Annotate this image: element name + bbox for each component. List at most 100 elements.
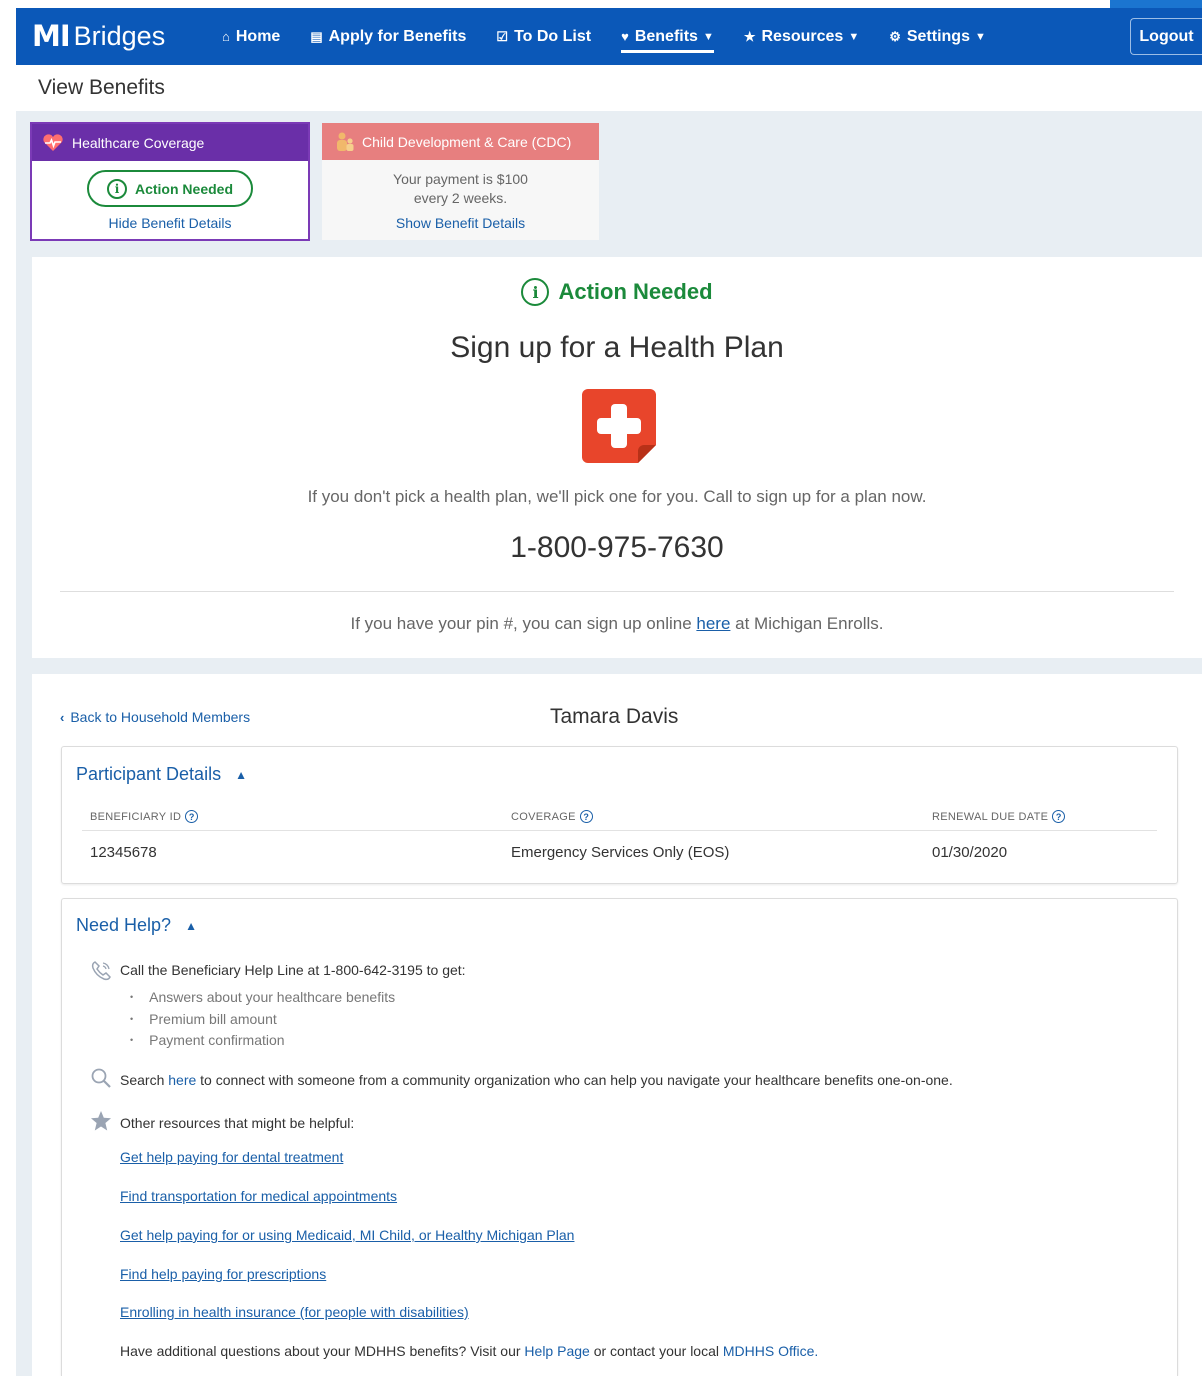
beneficiary-id-label-text: BENEFICIARY ID xyxy=(90,810,182,823)
dental-help-link[interactable]: Get help paying for dental treatment xyxy=(120,1149,343,1165)
phone-number[interactable]: 1-800-975-7630 xyxy=(32,531,1202,565)
cdc-payment-line2: every 2 weeks. xyxy=(413,190,508,206)
cdc-payment-line1: Your payment is $100 xyxy=(393,171,528,187)
nav-home[interactable]: ⌂ Home xyxy=(222,8,280,65)
star-icon: ★ xyxy=(743,28,756,44)
action-needed-heading-text: Action Needed xyxy=(558,279,713,304)
prescriptions-link[interactable]: Find help paying for prescriptions xyxy=(120,1266,326,1282)
healthcare-card-header: Healthcare Coverage xyxy=(32,124,308,161)
nav-settings[interactable]: ⚙ Settings ▼ xyxy=(889,8,986,65)
nav-resources-label: Resources xyxy=(761,27,844,45)
footer-text-before: Have additional questions about your MDH… xyxy=(120,1343,525,1359)
chevron-down-icon: ▼ xyxy=(974,30,986,43)
pin-text-before: If you have your pin #, you can sign up … xyxy=(350,614,697,633)
nav-home-label: Home xyxy=(235,27,281,45)
michigan-enrolls-link[interactable]: here xyxy=(696,614,730,633)
nav-benefits-label: Benefits xyxy=(634,27,698,45)
chevron-up-icon: ▲ xyxy=(235,767,247,782)
search-icon xyxy=(90,1067,112,1089)
transportation-link[interactable]: Find transportation for medical appointm… xyxy=(120,1188,397,1204)
member-name: Tamara Davis xyxy=(550,705,679,728)
healthcare-card-title: Healthcare Coverage xyxy=(72,134,205,151)
heartbeat-icon xyxy=(42,133,64,152)
top-nav-bar: MI Bridges ⌂ Home ▤ Apply for Benefits ☑… xyxy=(16,8,1202,65)
cdc-card-header: Child Development & Care (CDC) xyxy=(322,123,599,160)
action-needed-panel: i Action Needed Sign up for a Health Pla… xyxy=(32,257,1202,658)
nav-todo-label: To Do List xyxy=(514,27,592,45)
main-nav: ⌂ Home ▤ Apply for Benefits ☑ To Do List… xyxy=(222,8,1016,65)
pin-text-after: at Michigan Enrolls. xyxy=(730,614,884,633)
help-question-icon[interactable]: ? xyxy=(1052,810,1066,823)
cdc-benefit-card[interactable]: Child Development & Care (CDC) Your paym… xyxy=(322,123,599,240)
footer-text-mid: or contact your local xyxy=(589,1343,723,1359)
divider xyxy=(60,591,1174,592)
checkbox-icon: ☑ xyxy=(496,28,509,44)
document-icon: ▤ xyxy=(310,28,323,44)
help-question-icon[interactable]: ? xyxy=(185,810,199,823)
need-help-section: Need Help? ▲ Call the Beneficiary Help L… xyxy=(61,898,1178,1376)
family-icon xyxy=(334,131,356,153)
help-line-text: Call the Beneficiary Help Line at 1-800-… xyxy=(120,962,466,978)
coverage-label: COVERAGE ? xyxy=(511,810,593,823)
pin-signup-text: If you have your pin #, you can sign up … xyxy=(32,614,1202,634)
chevron-up-icon: ▲ xyxy=(185,918,197,933)
back-link-label: Back to Household Members xyxy=(70,709,251,725)
nav-benefits[interactable]: ♥ Benefits ▼ xyxy=(621,8,714,65)
action-needed-heading: i Action Needed xyxy=(32,278,1202,306)
nav-settings-label: Settings xyxy=(906,27,970,45)
renewal-due-date-label: RENEWAL DUE DATE ? xyxy=(932,810,1066,823)
list-item: Premium bill amount xyxy=(130,1010,395,1032)
coverage-label-text: COVERAGE xyxy=(511,810,576,823)
mi-bridges-logo[interactable]: MI Bridges xyxy=(32,22,222,51)
heart-icon: ♥ xyxy=(621,29,629,44)
renewal-label-text: RENEWAL DUE DATE xyxy=(932,810,1049,823)
nav-to-do-list[interactable]: ☑ To Do List xyxy=(496,8,591,65)
chevron-down-icon: ▼ xyxy=(848,30,860,43)
participant-details-toggle[interactable]: Participant Details ▲ xyxy=(76,764,247,785)
search-text-after: to connect with someone from a community… xyxy=(196,1072,953,1088)
table-divider xyxy=(82,830,1157,831)
hide-benefit-details-link[interactable]: Hide Benefit Details xyxy=(32,215,308,231)
top-right-accent-strip xyxy=(1110,0,1202,8)
list-item: Answers about your healthcare benefits xyxy=(130,988,395,1010)
medical-cross-icon xyxy=(582,389,656,463)
healthcare-coverage-card[interactable]: Healthcare Coverage i Action Needed Hide… xyxy=(30,122,310,241)
beneficiary-id-label: BENEFICIARY ID ? xyxy=(90,810,199,823)
info-icon: i xyxy=(521,278,550,306)
disability-insurance-link[interactable]: Enrolling in health insurance (for peopl… xyxy=(120,1304,469,1320)
community-search-link[interactable]: here xyxy=(168,1072,196,1088)
need-help-heading: Need Help? xyxy=(76,915,172,935)
beneficiary-id-value: 12345678 xyxy=(90,844,157,861)
back-to-household-link[interactable]: ‹ Back to Household Members xyxy=(60,709,250,725)
help-line-bullets: Answers about your healthcare benefits P… xyxy=(130,988,395,1053)
search-text-before: Search xyxy=(120,1072,169,1088)
nav-apply-for-benefits[interactable]: ▤ Apply for Benefits xyxy=(310,8,466,65)
star-icon xyxy=(90,1110,112,1132)
pick-plan-text: If you don't pick a health plan, we'll p… xyxy=(307,487,927,506)
help-page-link[interactable]: Help Page xyxy=(524,1343,589,1359)
mdhhs-office-link[interactable]: MDHHS Office. xyxy=(723,1343,818,1359)
action-needed-badge: i Action Needed xyxy=(87,170,253,207)
logout-button[interactable]: Logout xyxy=(1130,18,1202,55)
logo-wordmark: Bridges xyxy=(73,21,166,51)
page-title: View Benefits xyxy=(38,76,165,99)
chevron-left-icon: ‹ xyxy=(60,709,65,725)
member-details-panel: ‹ Back to Household Members Tamara Davis… xyxy=(32,674,1202,1376)
chevron-down-icon: ▼ xyxy=(702,30,714,43)
info-icon: i xyxy=(106,178,127,199)
participant-details-heading: Participant Details xyxy=(76,764,222,784)
need-help-toggle[interactable]: Need Help? ▲ xyxy=(76,915,197,936)
nav-resources[interactable]: ★ Resources ▼ xyxy=(744,8,859,65)
community-search-text: Search here to connect with someone from… xyxy=(120,1072,953,1088)
other-resources-text: Other resources that might be helpful: xyxy=(120,1115,355,1131)
sign-up-title: Sign up for a Health Plan xyxy=(450,331,784,364)
show-benefit-details-link[interactable]: Show Benefit Details xyxy=(322,215,599,231)
list-item: Payment confirmation xyxy=(130,1031,395,1053)
coverage-value: Emergency Services Only (EOS) xyxy=(511,844,730,861)
phone-icon xyxy=(90,960,112,982)
medicaid-help-link[interactable]: Get help paying for or using Medicaid, M… xyxy=(120,1227,574,1243)
gear-icon: ⚙ xyxy=(889,28,901,44)
home-icon: ⌂ xyxy=(222,29,230,44)
additional-questions-text: Have additional questions about your MDH… xyxy=(120,1343,818,1359)
help-question-icon[interactable]: ? xyxy=(579,810,593,823)
